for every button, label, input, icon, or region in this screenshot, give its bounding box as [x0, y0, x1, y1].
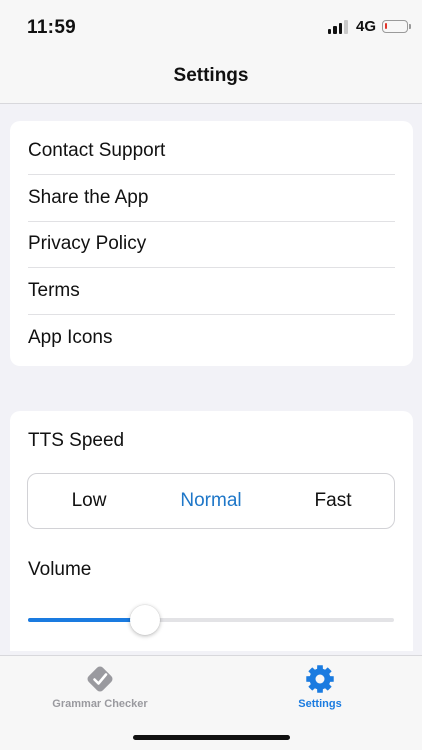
app-icons-row[interactable]: App Icons	[28, 315, 395, 362]
contact-support-row[interactable]: Contact Support	[28, 121, 395, 175]
tab-settings[interactable]: Settings	[240, 662, 400, 710]
network-type: 4G	[355, 18, 376, 35]
tab-grammar-checker[interactable]: Grammar Checker	[20, 662, 180, 710]
checkmark-diamond-icon	[83, 662, 117, 696]
tts-speed-option-fast[interactable]: Fast	[272, 490, 394, 512]
speech-settings-card: TTS Speed Low Normal Fast Volume	[10, 411, 413, 651]
status-bar: 11:59 4G	[0, 0, 422, 56]
share-app-row[interactable]: Share the App	[28, 175, 395, 222]
home-indicator	[133, 735, 290, 740]
volume-slider-fill	[28, 618, 146, 622]
navigation-bar: Settings	[0, 56, 422, 104]
cellular-signal-icon	[327, 19, 348, 34]
privacy-policy-row[interactable]: Privacy Policy	[28, 222, 395, 268]
status-time: 11:59	[27, 17, 77, 38]
status-indicators: 4G	[327, 18, 411, 35]
tts-speed-option-low[interactable]: Low	[28, 490, 150, 512]
links-card: Contact Support Share the App Privacy Po…	[10, 121, 413, 366]
volume-slider-thumb[interactable]	[130, 605, 161, 635]
volume-slider[interactable]	[28, 605, 394, 635]
page-title: Settings	[173, 64, 249, 86]
battery-level	[385, 23, 387, 29]
volume-label: Volume	[28, 559, 92, 580]
tts-speed-option-normal[interactable]: Normal	[150, 490, 272, 512]
gear-icon	[303, 662, 337, 696]
terms-row[interactable]: Terms	[28, 268, 395, 315]
battery-icon	[382, 20, 411, 33]
settings-screen: 11:59 4G Settings Contact Support Share …	[0, 0, 422, 750]
tab-grammar-checker-label: Grammar Checker	[52, 698, 148, 710]
tab-settings-label: Settings	[298, 698, 342, 710]
tts-speed-segmented-control: Low Normal Fast	[27, 473, 395, 529]
tts-speed-label: TTS Speed	[28, 430, 125, 451]
